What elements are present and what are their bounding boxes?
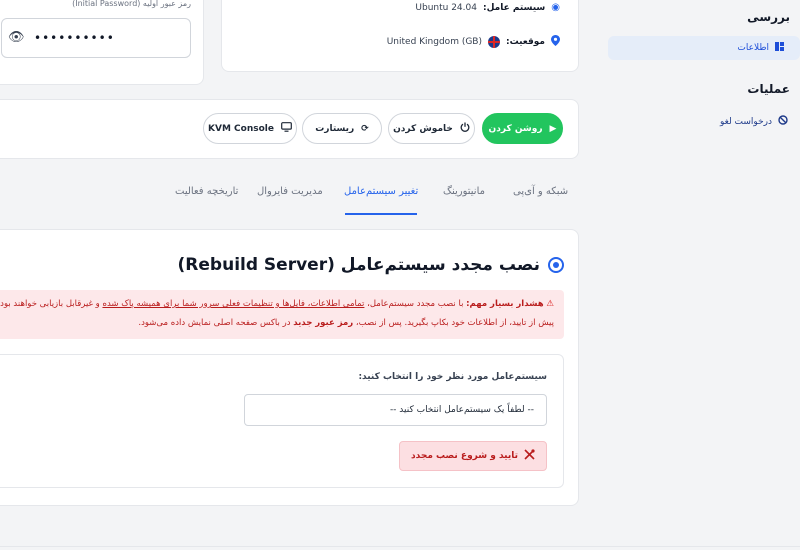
power-off-label: خاموش کردن: [393, 123, 453, 134]
tab-monitoring[interactable]: مانیتورینگ: [443, 186, 485, 197]
circle-icon: ◉: [551, 2, 560, 13]
sidebar-item-label: درخواست لغو: [719, 116, 772, 127]
active-tab-indicator: [345, 213, 417, 215]
sidebar-heading-review: بررسی: [747, 10, 790, 24]
warning-icon: ⚠: [546, 299, 554, 309]
ban-icon: [778, 115, 788, 128]
play-icon: ▶: [549, 123, 557, 134]
os-selection-panel: سیستم‌عامل مورد نظر خود را انتخاب کنید: …: [0, 354, 564, 488]
power-on-label: روشن کردن: [488, 123, 543, 134]
power-on-button[interactable]: ▶ روشن کردن: [482, 113, 563, 144]
uk-flag-icon: [488, 36, 500, 48]
tab-network[interactable]: شبکه و آی‌پی: [513, 186, 568, 197]
warning-text-b: و غیرقابل بازیابی خواهند بود. لط: [0, 299, 100, 309]
os-value: Ubuntu 24.04: [415, 2, 477, 13]
server-tabs: شبکه و آی‌پی مانیتورینگ تغییر سیستم‌عامل…: [168, 180, 568, 215]
warning-text-a: با نصب مجدد سیستم‌عامل،: [367, 299, 464, 309]
location-value: United Kingdom (GB): [386, 37, 482, 47]
monitor-icon: [281, 122, 292, 135]
server-info-card: ◉ سیستم عامل: Ubuntu 24.04 موقعیت: Unite…: [221, 0, 579, 72]
tab-change-os[interactable]: تغییر سیستم‌عامل: [344, 186, 418, 197]
warning-strong: هشدار بسیار مهم:: [466, 299, 544, 309]
tab-firewall[interactable]: مدیریت فایروال: [257, 186, 323, 197]
warning-line-1: ⚠ هشدار بسیار مهم: با نصب مجدد سیستم‌عام…: [0, 299, 554, 309]
warning-line2-b: در باکس صفحه اصلی نمایش داده می‌شود.: [138, 318, 291, 328]
location-pin-icon: [551, 35, 560, 49]
sidebar-item-label: اطلاعات: [737, 43, 769, 53]
os-select-dropdown[interactable]: -- لطفاً یک سیستم‌عامل انتخاب کنید --: [244, 394, 547, 426]
dashboard-icon: [775, 42, 784, 54]
os-label: سیستم عامل:: [482, 2, 546, 13]
eye-icon[interactable]: 👁: [8, 30, 25, 45]
sidebar-heading-operations: عملیات: [747, 82, 790, 96]
sidebar-item-cancel-request[interactable]: درخواست لغو: [720, 115, 788, 128]
password-label: رمز عبور اولیه (Initial Password): [72, 0, 191, 8]
power-off-button[interactable]: خاموش کردن: [388, 113, 475, 144]
tab-activity[interactable]: تاریخچه فعالیت: [175, 186, 238, 197]
warning-line-2: پیش از تایید، از اطلاعات خود بکاپ بگیرید…: [138, 318, 554, 328]
power-actions-card: ▶ روشن کردن خاموش کردن ⟳ ریستارت KVM Con…: [0, 99, 579, 159]
power-icon: [460, 122, 470, 135]
tools-icon: [524, 449, 535, 463]
warning-underlined: تمامی اطلاعات، فایل‌ها و تنظیمات فعلی سر…: [102, 299, 365, 309]
os-select-label: سیستم‌عامل مورد نظر خود را انتخاب کنید:: [358, 372, 547, 382]
footer-divider: [0, 546, 800, 547]
initial-password-card: رمز عبور اولیه (Initial Password) 👁 ••••…: [0, 0, 204, 85]
rebuild-card: نصب مجدد سیستم‌عامل (Rebuild Server) ⚠ ه…: [0, 229, 579, 506]
password-field[interactable]: 👁 ••••••••••: [1, 18, 191, 58]
target-icon: [548, 257, 564, 273]
sidebar-item-info[interactable]: اطلاعات: [608, 36, 800, 60]
refresh-icon: ⟳: [361, 123, 369, 134]
confirm-rebuild-label: تایید و شروع نصب مجدد: [411, 451, 518, 461]
confirm-rebuild-button[interactable]: تایید و شروع نصب مجدد: [399, 441, 547, 471]
location-row: موقعیت: United Kingdom (GB): [387, 35, 560, 49]
rebuild-title: نصب مجدد سیستم‌عامل (Rebuild Server): [178, 255, 564, 275]
os-select-value: -- لطفاً یک سیستم‌عامل انتخاب کنید --: [389, 405, 534, 415]
password-value: ••••••••••: [34, 31, 115, 45]
os-row: ◉ سیستم عامل: Ubuntu 24.04: [415, 2, 560, 13]
warning-line2-a: پیش از تایید، از اطلاعات خود بکاپ بگیرید…: [355, 318, 554, 328]
kvm-console-button[interactable]: KVM Console: [203, 113, 297, 144]
warning-alert: ⚠ هشدار بسیار مهم: با نصب مجدد سیستم‌عام…: [0, 290, 564, 339]
location-label: موقعیت:: [506, 37, 545, 47]
rebuild-title-text: نصب مجدد سیستم‌عامل (Rebuild Server): [177, 255, 540, 275]
warning-line2-strong: رمز عبور جدید: [293, 318, 354, 328]
restart-button[interactable]: ⟳ ریستارت: [302, 113, 382, 144]
restart-label: ریستارت: [315, 123, 355, 134]
kvm-console-label: KVM Console: [208, 123, 274, 134]
